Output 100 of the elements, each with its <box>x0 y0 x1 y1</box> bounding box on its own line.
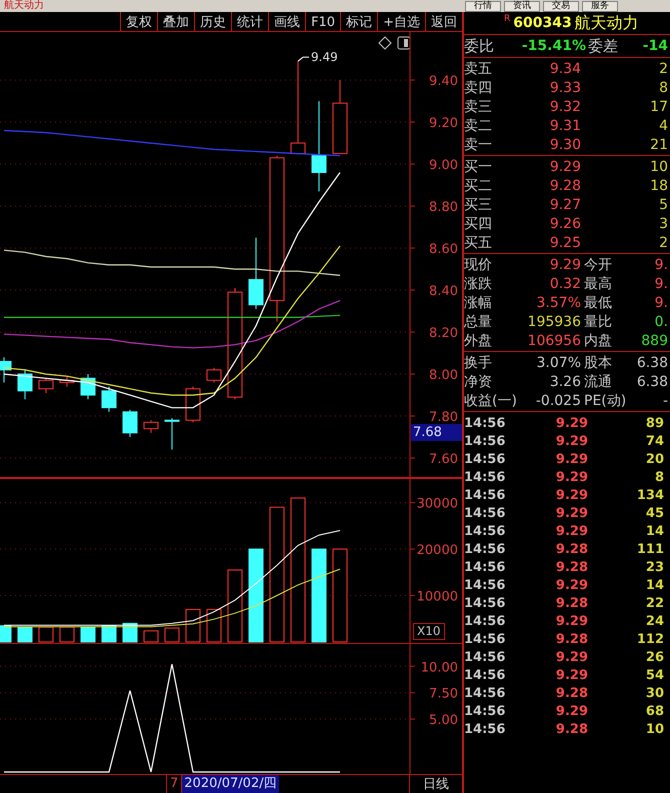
tick-price: 9.29 <box>554 488 588 502</box>
volume-axis-label: 30000 <box>416 496 458 512</box>
stat-value: 0. <box>654 314 668 328</box>
candlestick <box>144 420 158 434</box>
stat-value: 9. <box>654 276 668 290</box>
tick-time: 14:56 <box>464 578 506 592</box>
ask-value: 9.34 <box>550 62 581 76</box>
stat-value: 3.57% <box>536 296 581 310</box>
tick-time: 14:56 <box>464 488 506 502</box>
toolbar-button[interactable]: 复权 <box>120 12 158 32</box>
tick-time: 14:56 <box>464 722 506 736</box>
tick-volume: 54 <box>644 668 665 682</box>
tick-price: 9.28 <box>554 686 588 700</box>
candlestick <box>18 369 32 400</box>
date-label: 2020/07/02/四 <box>182 775 279 793</box>
stat-value: 106956 <box>528 334 581 348</box>
tick-volume: 112 <box>636 632 665 646</box>
tick-price: 9.29 <box>554 416 588 430</box>
ask-value: 9.32 <box>550 100 581 114</box>
tick-volume: 14 <box>644 578 665 592</box>
stat-label: 最低 <box>584 296 613 310</box>
toolbar-button[interactable]: 统计 <box>231 12 268 32</box>
tick-time: 14:56 <box>464 668 506 682</box>
ratio-label: 委差 <box>588 36 619 57</box>
tick-price: 9.29 <box>554 524 588 538</box>
tick-time: 14:56 <box>464 506 506 520</box>
info-value: 3.07% <box>536 356 581 370</box>
menu-button[interactable]: 服务 <box>582 0 618 12</box>
ask-value: 9.33 <box>550 80 581 94</box>
tick-time: 14:56 <box>464 470 506 484</box>
stat-label: 总量 <box>464 314 493 328</box>
stat-label: 外盘 <box>464 334 493 348</box>
menu-button[interactable]: 资讯 <box>504 0 540 12</box>
stat-label: 今开 <box>584 258 613 272</box>
tick-time: 14:56 <box>464 704 506 718</box>
stat-value: 9.29 <box>550 258 581 272</box>
price-axis-label: 8.00 <box>429 368 458 384</box>
price-axis-label: 9.40 <box>429 74 458 90</box>
ask-label: 卖三 <box>464 100 493 114</box>
toolbar-button[interactable]: 历史 <box>194 12 232 32</box>
ratio-value: -14 <box>642 36 669 56</box>
tick-price: 9.29 <box>554 470 588 484</box>
volume-axis-label: 10000 <box>416 590 458 605</box>
tick-price: 9.29 <box>554 452 588 466</box>
diamond-icon[interactable] <box>378 36 392 50</box>
stat-label: 涨幅 <box>464 296 493 310</box>
toolbar-button[interactable]: 画线 <box>268 12 306 32</box>
ask-value: 2 <box>659 62 668 76</box>
bid-value: 10 <box>650 160 668 174</box>
panel-icon[interactable] <box>398 36 410 50</box>
ask-value: 21 <box>650 138 668 152</box>
indicator-axis-label: 10.00 <box>420 660 458 676</box>
bid-label: 买二 <box>464 178 493 192</box>
menu-button[interactable]: 交易 <box>543 0 579 12</box>
price-axis-label: 9.00 <box>429 158 458 174</box>
toolbar-button[interactable]: 返回 <box>425 12 462 32</box>
info-value: 6.38 <box>636 374 668 388</box>
tick-time: 14:56 <box>464 632 506 646</box>
tick-price: 9.29 <box>554 704 588 718</box>
tick-time: 14:56 <box>464 560 506 574</box>
tick-volume: 30 <box>644 686 665 700</box>
menu-button[interactable]: 行情 <box>465 0 501 12</box>
ask-value: 9.31 <box>550 118 581 132</box>
indicator-axis-label: 5.00 <box>429 713 458 728</box>
toolbar-button[interactable]: F10 <box>305 12 340 32</box>
leader-line <box>298 56 310 62</box>
stat-label: 内盘 <box>584 334 613 348</box>
stat-value: 9. <box>654 258 668 272</box>
tick-price: 9.28 <box>554 560 588 574</box>
tick-volume: 68 <box>644 704 665 718</box>
ask-label: 卖二 <box>464 118 493 132</box>
info-value: 6.38 <box>636 356 668 370</box>
period-button[interactable]: 日线 <box>410 778 462 790</box>
price-axis-label: 8.40 <box>429 284 458 300</box>
stat-label: 量比 <box>584 314 613 328</box>
tick-volume: 8 <box>654 470 665 484</box>
stat-label: 最高 <box>584 276 613 290</box>
ask-label: 卖四 <box>464 80 493 94</box>
tick-volume: 23 <box>644 560 665 574</box>
bid-value: 5 <box>659 198 668 212</box>
bid-value: 9.26 <box>550 216 581 230</box>
bid-label: 买五 <box>464 236 493 250</box>
tick-time: 14:56 <box>464 686 506 700</box>
indicator-axis-label: 7.50 <box>429 686 458 702</box>
tick-time: 14:56 <box>464 596 506 610</box>
info-label: 换手 <box>464 356 493 370</box>
toolbar-button[interactable]: 标记 <box>340 12 378 32</box>
candlestick <box>122 409 138 438</box>
tick-volume: 20 <box>644 452 665 466</box>
ask-value: 4 <box>659 118 668 132</box>
candlestick <box>102 386 116 412</box>
tick-volume: 22 <box>644 596 665 610</box>
bid-value: 2 <box>659 236 668 250</box>
toolbar-button[interactable]: +自选 <box>377 12 425 32</box>
tick-volume: 10 <box>644 722 665 736</box>
toolbar-button[interactable]: 叠加 <box>157 12 194 32</box>
bid-label: 买三 <box>464 198 493 212</box>
volume-unit-tag: X10 <box>413 623 444 640</box>
stat-value: 889 <box>641 334 668 348</box>
stat-label: 现价 <box>464 258 493 272</box>
